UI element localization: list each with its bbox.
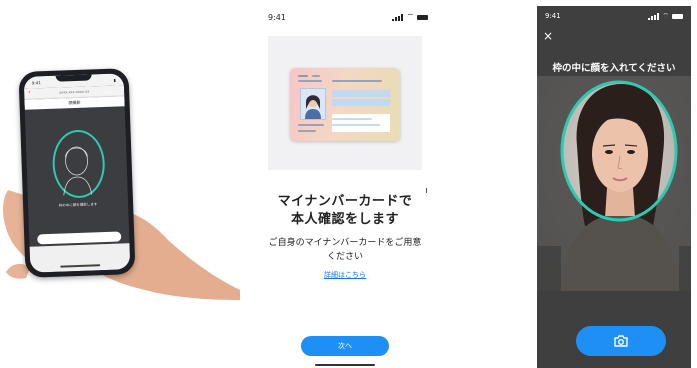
- description-line2: ください: [326, 252, 363, 262]
- chevron-left-icon: ‹: [28, 88, 31, 96]
- status-bar: 9:41 ⌔: [262, 10, 434, 24]
- card-blank-line: [332, 124, 380, 126]
- status-icons: ⌔: [392, 12, 428, 22]
- card-blank-line: [332, 118, 372, 120]
- signal-icon: [392, 13, 404, 21]
- phone-notch: [55, 74, 92, 82]
- card-header-line: [332, 80, 382, 82]
- home-indicator: [315, 364, 375, 366]
- card-header-line: [298, 80, 322, 82]
- phone-battery-icon: ▮: [113, 77, 116, 83]
- battery-icon: [417, 14, 428, 20]
- phone-screen: 9:41 ▮ ‹ xxxx.xxx.xxxx.xx 顔撮影 枠の中に顔を撮影しま…: [23, 73, 131, 273]
- face-preview: [537, 76, 691, 291]
- close-icon[interactable]: ×: [543, 30, 553, 42]
- mynumber-card-image: [290, 68, 400, 141]
- card-footer-line: [298, 124, 324, 126]
- shutter-button[interactable]: [576, 326, 666, 356]
- card-portrait: [300, 88, 326, 120]
- status-time: 9:41: [268, 12, 286, 22]
- phone-hint-text: 枠の中に顔を撮影します: [58, 202, 98, 208]
- status-time: 9:41: [545, 12, 561, 20]
- divider: [426, 188, 427, 193]
- phone-status-time: 9:41: [31, 79, 41, 86]
- signal-icon: [648, 12, 660, 20]
- status-icons: ⌔: [648, 12, 683, 21]
- card-field: [332, 90, 390, 97]
- next-button[interactable]: 次へ: [301, 336, 389, 356]
- card-header-line: [298, 75, 308, 77]
- description-line1: ご自身のマイナンバーカードをご用意: [268, 238, 422, 248]
- card-footer-line: [298, 130, 316, 132]
- battery-icon: [672, 13, 683, 19]
- card-illustration-area: [268, 36, 422, 170]
- page-heading-line1: マイナンバーカードで: [277, 194, 413, 209]
- card-field: [332, 99, 390, 106]
- capture-instruction: 枠の中に顔を入れてください: [552, 63, 676, 74]
- card-field-blank: [332, 114, 390, 132]
- page-heading-line2: 本人確認をします: [290, 212, 399, 227]
- phone-face-outline-icon: [63, 146, 93, 196]
- face-capture-screen: 9:41 ⌔ × 枠の中に顔を入れてください: [537, 6, 691, 368]
- phone-url-text: xxxx.xxx.xxxx.xx: [58, 89, 90, 95]
- phone-bottom-bar: [29, 243, 131, 273]
- status-bar: 9:41 ⌔: [537, 10, 691, 22]
- phone-capture-button[interactable]: [37, 231, 122, 245]
- phone-device: 9:41 ▮ ‹ xxxx.xxx.xxxx.xx 顔撮影 枠の中に顔を撮影しま…: [18, 68, 136, 278]
- mynumber-card-screen: 9:41 ⌔ マイナンバーカードで 本人確認をします ご自身のマイナンバーカード…: [262, 0, 437, 368]
- details-link[interactable]: 詳細はこちら: [262, 270, 428, 280]
- camera-icon: [614, 335, 628, 347]
- wifi-icon: ⌔: [662, 11, 669, 20]
- phone-home-indicator: [60, 264, 101, 268]
- hand-phone-illustration: 9:41 ▮ ‹ xxxx.xxx.xxxx.xx 顔撮影 枠の中に顔を撮影しま…: [0, 0, 240, 368]
- portrait-icon: [305, 95, 321, 119]
- wifi-icon: ⌔: [406, 12, 414, 21]
- card-header-line: [312, 75, 320, 77]
